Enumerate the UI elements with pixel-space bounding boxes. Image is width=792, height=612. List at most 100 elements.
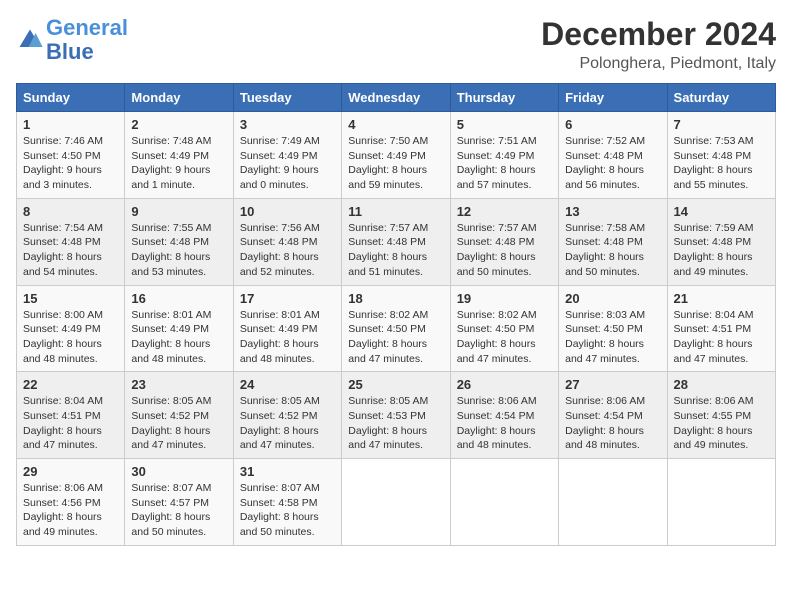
calendar-week-3: 15 Sunrise: 8:00 AMSunset: 4:49 PMDaylig…	[17, 285, 776, 372]
header-row: Sunday Monday Tuesday Wednesday Thursday…	[17, 84, 776, 112]
col-friday: Friday	[559, 84, 667, 112]
table-row	[667, 459, 775, 546]
day-number: 11	[348, 204, 443, 219]
logo: General Blue	[16, 16, 128, 64]
table-row: 6 Sunrise: 7:52 AMSunset: 4:48 PMDayligh…	[559, 112, 667, 199]
day-number: 26	[457, 377, 552, 392]
table-row: 20 Sunrise: 8:03 AMSunset: 4:50 PMDaylig…	[559, 285, 667, 372]
day-number: 6	[565, 117, 660, 132]
day-number: 31	[240, 464, 335, 479]
day-number: 23	[131, 377, 226, 392]
day-detail: Sunrise: 8:03 AMSunset: 4:50 PMDaylight:…	[565, 309, 645, 365]
col-tuesday: Tuesday	[233, 84, 341, 112]
day-number: 22	[23, 377, 118, 392]
day-detail: Sunrise: 7:46 AMSunset: 4:50 PMDaylight:…	[23, 135, 103, 191]
calendar-week-1: 1 Sunrise: 7:46 AMSunset: 4:50 PMDayligh…	[17, 112, 776, 199]
table-row	[559, 459, 667, 546]
table-row: 2 Sunrise: 7:48 AMSunset: 4:49 PMDayligh…	[125, 112, 233, 199]
day-detail: Sunrise: 8:00 AMSunset: 4:49 PMDaylight:…	[23, 309, 103, 365]
col-sunday: Sunday	[17, 84, 125, 112]
day-number: 13	[565, 204, 660, 219]
day-number: 28	[674, 377, 769, 392]
day-number: 8	[23, 204, 118, 219]
day-number: 29	[23, 464, 118, 479]
table-row: 26 Sunrise: 8:06 AMSunset: 4:54 PMDaylig…	[450, 372, 558, 459]
day-number: 7	[674, 117, 769, 132]
table-row: 5 Sunrise: 7:51 AMSunset: 4:49 PMDayligh…	[450, 112, 558, 199]
day-number: 30	[131, 464, 226, 479]
table-row: 4 Sunrise: 7:50 AMSunset: 4:49 PMDayligh…	[342, 112, 450, 199]
day-detail: Sunrise: 8:02 AMSunset: 4:50 PMDaylight:…	[457, 309, 537, 365]
day-number: 1	[23, 117, 118, 132]
table-row: 21 Sunrise: 8:04 AMSunset: 4:51 PMDaylig…	[667, 285, 775, 372]
day-detail: Sunrise: 7:57 AMSunset: 4:48 PMDaylight:…	[457, 222, 537, 278]
calendar-week-5: 29 Sunrise: 8:06 AMSunset: 4:56 PMDaylig…	[17, 459, 776, 546]
location-title: Polonghera, Piedmont, Italy	[541, 55, 776, 73]
table-row: 27 Sunrise: 8:06 AMSunset: 4:54 PMDaylig…	[559, 372, 667, 459]
day-number: 5	[457, 117, 552, 132]
table-row: 3 Sunrise: 7:49 AMSunset: 4:49 PMDayligh…	[233, 112, 341, 199]
day-number: 2	[131, 117, 226, 132]
day-detail: Sunrise: 7:59 AMSunset: 4:48 PMDaylight:…	[674, 222, 754, 278]
title-area: December 2024 Polonghera, Piedmont, Ital…	[541, 16, 776, 73]
day-detail: Sunrise: 7:51 AMSunset: 4:49 PMDaylight:…	[457, 135, 537, 191]
month-title: December 2024	[541, 16, 776, 53]
calendar-week-4: 22 Sunrise: 8:04 AMSunset: 4:51 PMDaylig…	[17, 372, 776, 459]
table-row: 29 Sunrise: 8:06 AMSunset: 4:56 PMDaylig…	[17, 459, 125, 546]
day-detail: Sunrise: 8:06 AMSunset: 4:54 PMDaylight:…	[565, 395, 645, 451]
table-row: 28 Sunrise: 8:06 AMSunset: 4:55 PMDaylig…	[667, 372, 775, 459]
day-detail: Sunrise: 7:56 AMSunset: 4:48 PMDaylight:…	[240, 222, 320, 278]
day-number: 4	[348, 117, 443, 132]
day-detail: Sunrise: 8:04 AMSunset: 4:51 PMDaylight:…	[674, 309, 754, 365]
day-number: 9	[131, 204, 226, 219]
day-number: 24	[240, 377, 335, 392]
header: General Blue December 2024 Polonghera, P…	[16, 16, 776, 73]
table-row: 24 Sunrise: 8:05 AMSunset: 4:52 PMDaylig…	[233, 372, 341, 459]
table-row: 7 Sunrise: 7:53 AMSunset: 4:48 PMDayligh…	[667, 112, 775, 199]
table-row: 17 Sunrise: 8:01 AMSunset: 4:49 PMDaylig…	[233, 285, 341, 372]
day-number: 21	[674, 291, 769, 306]
table-row: 30 Sunrise: 8:07 AMSunset: 4:57 PMDaylig…	[125, 459, 233, 546]
table-row: 19 Sunrise: 8:02 AMSunset: 4:50 PMDaylig…	[450, 285, 558, 372]
day-detail: Sunrise: 8:05 AMSunset: 4:53 PMDaylight:…	[348, 395, 428, 451]
table-row: 25 Sunrise: 8:05 AMSunset: 4:53 PMDaylig…	[342, 372, 450, 459]
day-number: 12	[457, 204, 552, 219]
day-number: 27	[565, 377, 660, 392]
day-number: 25	[348, 377, 443, 392]
calendar-table: Sunday Monday Tuesday Wednesday Thursday…	[16, 83, 776, 546]
col-saturday: Saturday	[667, 84, 775, 112]
logo-text: General Blue	[46, 16, 128, 64]
table-row: 10 Sunrise: 7:56 AMSunset: 4:48 PMDaylig…	[233, 198, 341, 285]
day-number: 19	[457, 291, 552, 306]
table-row: 23 Sunrise: 8:05 AMSunset: 4:52 PMDaylig…	[125, 372, 233, 459]
table-row: 31 Sunrise: 8:07 AMSunset: 4:58 PMDaylig…	[233, 459, 341, 546]
day-number: 10	[240, 204, 335, 219]
day-number: 16	[131, 291, 226, 306]
day-detail: Sunrise: 8:05 AMSunset: 4:52 PMDaylight:…	[240, 395, 320, 451]
day-detail: Sunrise: 8:06 AMSunset: 4:54 PMDaylight:…	[457, 395, 537, 451]
table-row: 15 Sunrise: 8:00 AMSunset: 4:49 PMDaylig…	[17, 285, 125, 372]
table-row: 1 Sunrise: 7:46 AMSunset: 4:50 PMDayligh…	[17, 112, 125, 199]
day-detail: Sunrise: 8:06 AMSunset: 4:56 PMDaylight:…	[23, 482, 103, 538]
table-row: 18 Sunrise: 8:02 AMSunset: 4:50 PMDaylig…	[342, 285, 450, 372]
day-detail: Sunrise: 8:05 AMSunset: 4:52 PMDaylight:…	[131, 395, 211, 451]
table-row: 14 Sunrise: 7:59 AMSunset: 4:48 PMDaylig…	[667, 198, 775, 285]
table-row: 12 Sunrise: 7:57 AMSunset: 4:48 PMDaylig…	[450, 198, 558, 285]
day-detail: Sunrise: 7:53 AMSunset: 4:48 PMDaylight:…	[674, 135, 754, 191]
day-detail: Sunrise: 8:07 AMSunset: 4:57 PMDaylight:…	[131, 482, 211, 538]
day-detail: Sunrise: 8:06 AMSunset: 4:55 PMDaylight:…	[674, 395, 754, 451]
day-number: 14	[674, 204, 769, 219]
table-row: 8 Sunrise: 7:54 AMSunset: 4:48 PMDayligh…	[17, 198, 125, 285]
day-detail: Sunrise: 8:02 AMSunset: 4:50 PMDaylight:…	[348, 309, 428, 365]
day-number: 17	[240, 291, 335, 306]
table-row	[342, 459, 450, 546]
day-detail: Sunrise: 7:54 AMSunset: 4:48 PMDaylight:…	[23, 222, 103, 278]
day-detail: Sunrise: 7:52 AMSunset: 4:48 PMDaylight:…	[565, 135, 645, 191]
table-row: 11 Sunrise: 7:57 AMSunset: 4:48 PMDaylig…	[342, 198, 450, 285]
day-detail: Sunrise: 7:49 AMSunset: 4:49 PMDaylight:…	[240, 135, 320, 191]
day-detail: Sunrise: 7:55 AMSunset: 4:48 PMDaylight:…	[131, 222, 211, 278]
col-thursday: Thursday	[450, 84, 558, 112]
table-row: 22 Sunrise: 8:04 AMSunset: 4:51 PMDaylig…	[17, 372, 125, 459]
day-number: 3	[240, 117, 335, 132]
calendar-week-2: 8 Sunrise: 7:54 AMSunset: 4:48 PMDayligh…	[17, 198, 776, 285]
